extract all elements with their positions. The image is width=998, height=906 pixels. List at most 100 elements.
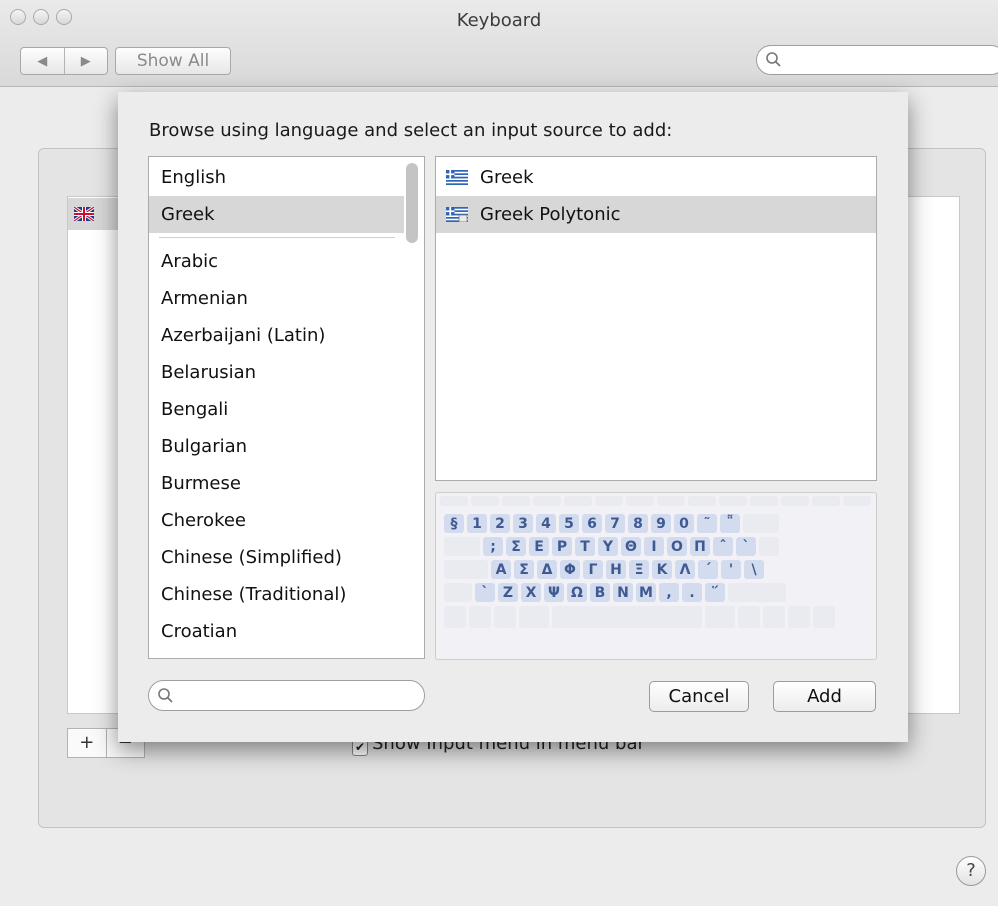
keycap: `	[736, 537, 756, 556]
source-item-label: Greek	[480, 167, 534, 188]
keyboard-row-space	[444, 606, 835, 628]
keyboard-row-home: Α Σ Δ Φ Γ Η Ξ Κ Λ ´ ' \	[444, 560, 764, 579]
keycap: Μ	[636, 583, 656, 602]
language-item[interactable]: Chinese (Traditional)	[149, 576, 404, 613]
keycap: 2	[490, 514, 510, 533]
keycap: 9	[651, 514, 671, 533]
keyboard-fn-row	[440, 496, 871, 506]
keycap: ῞	[705, 583, 725, 602]
keycap: Π	[690, 537, 710, 556]
keycap: 5	[559, 514, 579, 533]
keycap-return	[759, 537, 779, 556]
help-button[interactable]: ?	[956, 856, 986, 886]
forward-icon: ▶	[80, 53, 91, 69]
back-button[interactable]: ◀	[21, 48, 64, 74]
language-item-greek[interactable]: Greek	[149, 196, 404, 233]
keycap-caps	[444, 560, 488, 579]
language-item[interactable]: Burmese	[149, 465, 404, 502]
keyboard-row-top: ; Σ Ε Ρ Τ Υ Θ Ι Ο Π ˆ `	[444, 537, 779, 556]
keycap: `	[475, 583, 495, 602]
keycap: Θ	[621, 537, 641, 556]
keycap: Λ	[675, 560, 695, 579]
keycap: Ρ	[552, 537, 572, 556]
language-item[interactable]: Chinese (Simplified)	[149, 539, 404, 576]
add-button[interactable]: Add	[773, 681, 876, 712]
keycap: Η	[606, 560, 626, 579]
keycap: Χ	[521, 583, 541, 602]
keycap-delete	[743, 514, 779, 533]
language-item-english[interactable]: English	[149, 159, 404, 196]
language-list-scrollbar[interactable]	[406, 163, 418, 243]
checkbox-check-icon: ✔	[352, 740, 368, 756]
keycap: Ω	[567, 583, 587, 602]
back-icon: ◀	[37, 53, 48, 69]
language-item[interactable]: Croatian	[149, 613, 404, 650]
keycap: '	[721, 560, 741, 579]
keycap: Ι	[644, 537, 664, 556]
forward-button[interactable]: ▶	[63, 48, 108, 74]
window-title: Keyboard	[456, 10, 542, 31]
keycap: Ζ	[498, 583, 518, 602]
keycap: Σ	[506, 537, 526, 556]
show-all-button[interactable]: Show All	[115, 47, 231, 75]
keyboard-row-bottom: ` Ζ Χ Ψ Ω Β Ν Μ , . ῞	[444, 583, 786, 602]
keycap: Ξ	[629, 560, 649, 579]
language-item[interactable]: Azerbaijani (Latin)	[149, 317, 404, 354]
title-bar: Keyboard ◀ ▶ Show All	[0, 0, 998, 87]
keycap: Α	[491, 560, 511, 579]
sheet-prompt: Browse using language and select an inpu…	[149, 120, 673, 141]
keycap: ῀	[697, 514, 717, 533]
source-item-greek[interactable]: Greek	[436, 159, 876, 196]
keycap-tab	[444, 537, 480, 556]
keycap: ´	[698, 560, 718, 579]
keycap: ˆ	[713, 537, 733, 556]
keycap: 8	[628, 514, 648, 533]
language-item[interactable]: Cherokee	[149, 502, 404, 539]
keycap: ,	[659, 583, 679, 602]
keycap: 6	[582, 514, 602, 533]
list-separator	[159, 237, 395, 238]
uk-flag-icon	[74, 207, 94, 221]
keycap: §	[444, 514, 464, 533]
keycap: Κ	[652, 560, 672, 579]
language-item[interactable]: Bengali	[149, 391, 404, 428]
language-item[interactable]: Belarusian	[149, 354, 404, 391]
keycap-shift-right	[728, 583, 786, 602]
toolbar-search-input[interactable]	[756, 45, 998, 75]
language-item[interactable]: Bulgarian	[149, 428, 404, 465]
keycap: 3	[513, 514, 533, 533]
input-source-list[interactable]: Greek Greek Polytonic	[435, 156, 877, 481]
back-forward-buttons: ◀ ▶	[20, 47, 108, 75]
keycap: 4	[536, 514, 556, 533]
source-item-greek-polytonic[interactable]: Greek Polytonic	[436, 196, 876, 233]
keycap: 0	[674, 514, 694, 533]
add-source-button[interactable]: +	[68, 729, 106, 757]
keycap: ;	[483, 537, 503, 556]
cancel-button[interactable]: Cancel	[649, 681, 749, 712]
greek-flag-icon	[446, 170, 468, 185]
keycap: Ψ	[544, 583, 564, 602]
keycap: Β	[590, 583, 610, 602]
keycap: 7	[605, 514, 625, 533]
keycap: 1	[467, 514, 487, 533]
language-search-input[interactable]	[148, 680, 425, 711]
language-item[interactable]: Arabic	[149, 243, 404, 280]
keycap-space	[552, 606, 702, 628]
greek-polytonic-flag-icon	[446, 207, 468, 222]
keycap: ῁	[720, 514, 740, 533]
keyboard-layout-preview: § 1 2 3 4 5 6 7 8 9 0 ῀ ῁ ; Σ Ε Ρ Τ Υ Θ …	[435, 492, 877, 660]
keycap: Γ	[583, 560, 603, 579]
search-icon	[766, 52, 781, 67]
keycap: .	[682, 583, 702, 602]
keycap: Ν	[613, 583, 633, 602]
keycap: Δ	[537, 560, 557, 579]
language-item[interactable]: Armenian	[149, 280, 404, 317]
keycap: Υ	[598, 537, 618, 556]
keycap: Τ	[575, 537, 595, 556]
keycap: Ο	[667, 537, 687, 556]
keycap: Φ	[560, 560, 580, 579]
keycap: \	[744, 560, 764, 579]
source-item-label: Greek Polytonic	[480, 204, 621, 225]
language-list[interactable]: English Greek Arabic Armenian Azerbaijan…	[148, 156, 425, 659]
search-icon	[158, 688, 173, 703]
